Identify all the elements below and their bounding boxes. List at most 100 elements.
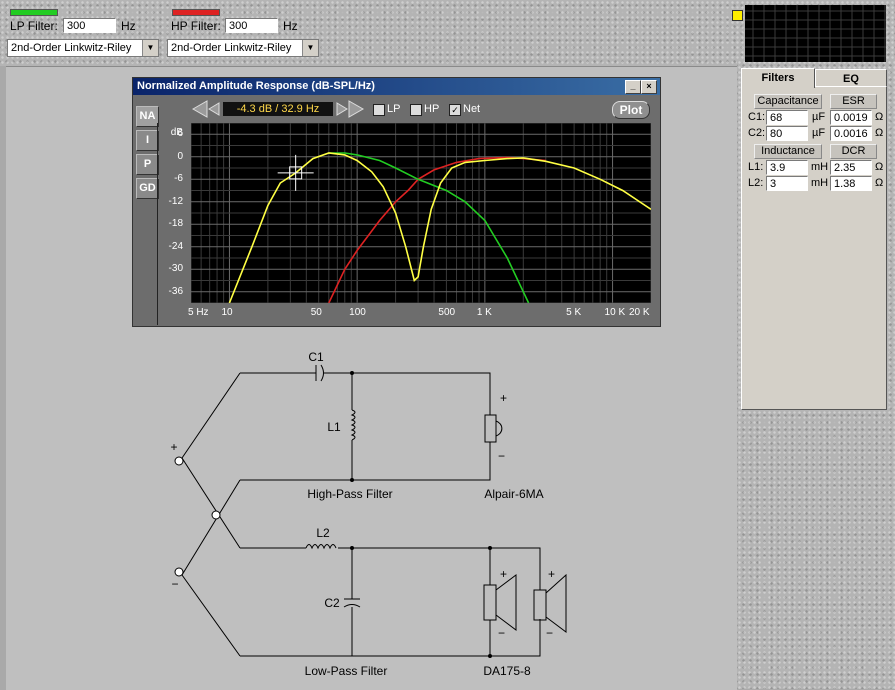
l2-unit: mH [811,177,829,189]
tweeter-minus: − [498,449,505,463]
hp-checkbox-label: HP [424,103,440,115]
l1-inductor[interactable] [350,409,356,441]
plus-sign: + [170,440,177,454]
tab-impedance[interactable]: I [136,130,159,151]
esr-header: ESR [830,94,877,109]
c1-value-input[interactable] [766,110,808,125]
l1-unit: mH [811,161,829,173]
cursor-left-arrows[interactable] [191,100,221,118]
chevron-down-icon: ▼ [142,40,158,56]
c1-label: C1: [748,111,766,123]
woofer-2-speaker-icon[interactable] [533,589,547,621]
filters-tab-content: Capacitance ESR C1: µF Ω C2: µF Ω Induct… [741,86,887,410]
y-tick-label: -36 [168,285,183,297]
window-titlebar[interactable]: Normalized Amplitude Response (dB-SPL/Hz… [133,78,660,95]
lp-filter-label: LP Filter: [10,19,58,33]
y-tick-label: -6 [174,173,183,185]
lp-type-select[interactable]: 2nd-Order Linkwitz-Riley ▼ [7,39,159,57]
c1-esr-unit: Ω [875,111,884,123]
response-plot[interactable] [191,123,651,303]
inductance-header: Inductance [754,144,822,159]
hp-frequency-input[interactable] [225,18,278,33]
window-title: Normalized Amplitude Response (dB-SPL/Hz… [137,80,375,92]
hp-filter-label: HP Filter: [171,19,221,33]
y-tick-label: -18 [168,218,183,230]
lp-caption: Low-Pass Filter [305,664,388,678]
x-tick-label: 500 [438,307,456,318]
woofer2-minus: − [546,626,553,640]
l1-dcr-input[interactable] [830,160,872,175]
chevron-down-icon: ▼ [302,40,318,56]
tweeter-plus: + [500,391,507,405]
net-checkbox-label: Net [463,103,481,115]
c2-esr-unit: Ω [875,127,884,139]
l2-value-input[interactable] [766,176,808,191]
tab-normalized-amplitude[interactable]: NA [136,106,159,127]
lp-color-swatch [10,9,58,16]
tab-filters[interactable]: Filters [741,68,815,88]
c2-label: C2 [324,596,340,610]
woofer-name: DA175-8 [483,664,531,678]
net-checkbox[interactable]: ✓ [449,104,461,116]
tab-group-delay[interactable]: GD [136,178,159,199]
c2-unit: µF [812,127,826,139]
crossover-schematic: C1 L1 + − High-Pass Filter Alpair-6MA + … [170,350,567,678]
y-tick-label: 0 [177,150,183,162]
c2-value-input[interactable] [766,126,808,141]
x-tick-label: 5 Hz [188,307,209,318]
lp-unit: Hz [121,19,136,33]
tab-phase[interactable]: P [136,154,159,175]
woofer-1-speaker-icon[interactable] [483,584,497,621]
x-tick-label: 20 K [629,307,650,318]
l2-label: L2 [316,526,330,540]
y-tick-label: -24 [168,240,183,252]
c1-unit: µF [812,111,826,123]
cursor-right-arrows[interactable] [335,100,365,118]
hp-checkbox[interactable] [410,104,422,116]
lp-frequency-input[interactable] [63,18,116,33]
hp-type-value: 2nd-Order Linkwitz-Riley [171,42,292,54]
minus-sign: − [171,577,178,591]
l2-dcr-unit: Ω [875,177,884,189]
x-tick-label: 100 [349,307,366,318]
y-tick-label: -30 [168,263,183,275]
woofer-plus: + [500,567,507,581]
x-tick-label: 10 K [604,307,626,318]
x-tick-label: 10 [221,307,233,318]
close-button[interactable]: × [641,80,657,94]
woofer-minus: − [498,626,505,640]
c2-esr-input[interactable] [830,126,872,141]
plot-button[interactable]: Plot [612,101,650,119]
l1-value-input[interactable] [766,160,808,175]
cursor-readout: -4.3 dB / 32.9 Hz [223,102,333,116]
hp-color-swatch [172,9,220,16]
woofer2-plus: + [548,567,555,581]
y-tick-label: 6 [177,128,183,140]
tweeter-speaker-icon[interactable] [484,414,497,443]
l1-label: L1: [748,161,764,173]
lp-checkbox[interactable] [373,104,385,116]
l1-dcr-unit: Ω [875,161,884,173]
l2-inductor[interactable] [305,544,337,550]
tweeter-name: Alpair-6MA [484,487,543,501]
overview-graph[interactable] [745,5,886,62]
x-tick-label: 50 [310,307,322,318]
status-indicator-icon [732,10,743,21]
minimize-button[interactable]: _ [625,80,641,94]
l2-label: L2: [748,177,764,189]
c1-label: C1 [308,350,324,364]
l2-dcr-input[interactable] [830,176,872,191]
component-panel: Filters EQ Capacitance ESR C1: µF Ω C2: … [741,68,887,410]
lp-type-value: 2nd-Order Linkwitz-Riley [11,42,132,54]
dcr-header: DCR [830,144,877,159]
c1-esr-input[interactable] [830,110,872,125]
x-tick-label: 5 K [566,307,582,318]
hp-type-select[interactable]: 2nd-Order Linkwitz-Riley ▼ [167,39,319,57]
hp-caption: High-Pass Filter [307,487,392,501]
amplitude-response-window: Normalized Amplitude Response (dB-SPL/Hz… [132,77,661,327]
x-tick-label: 1 K [476,307,492,318]
hp-unit: Hz [283,19,298,33]
l1-label: L1 [327,420,341,434]
y-tick-label: -12 [168,195,183,207]
c2-label: C2: [748,127,766,139]
